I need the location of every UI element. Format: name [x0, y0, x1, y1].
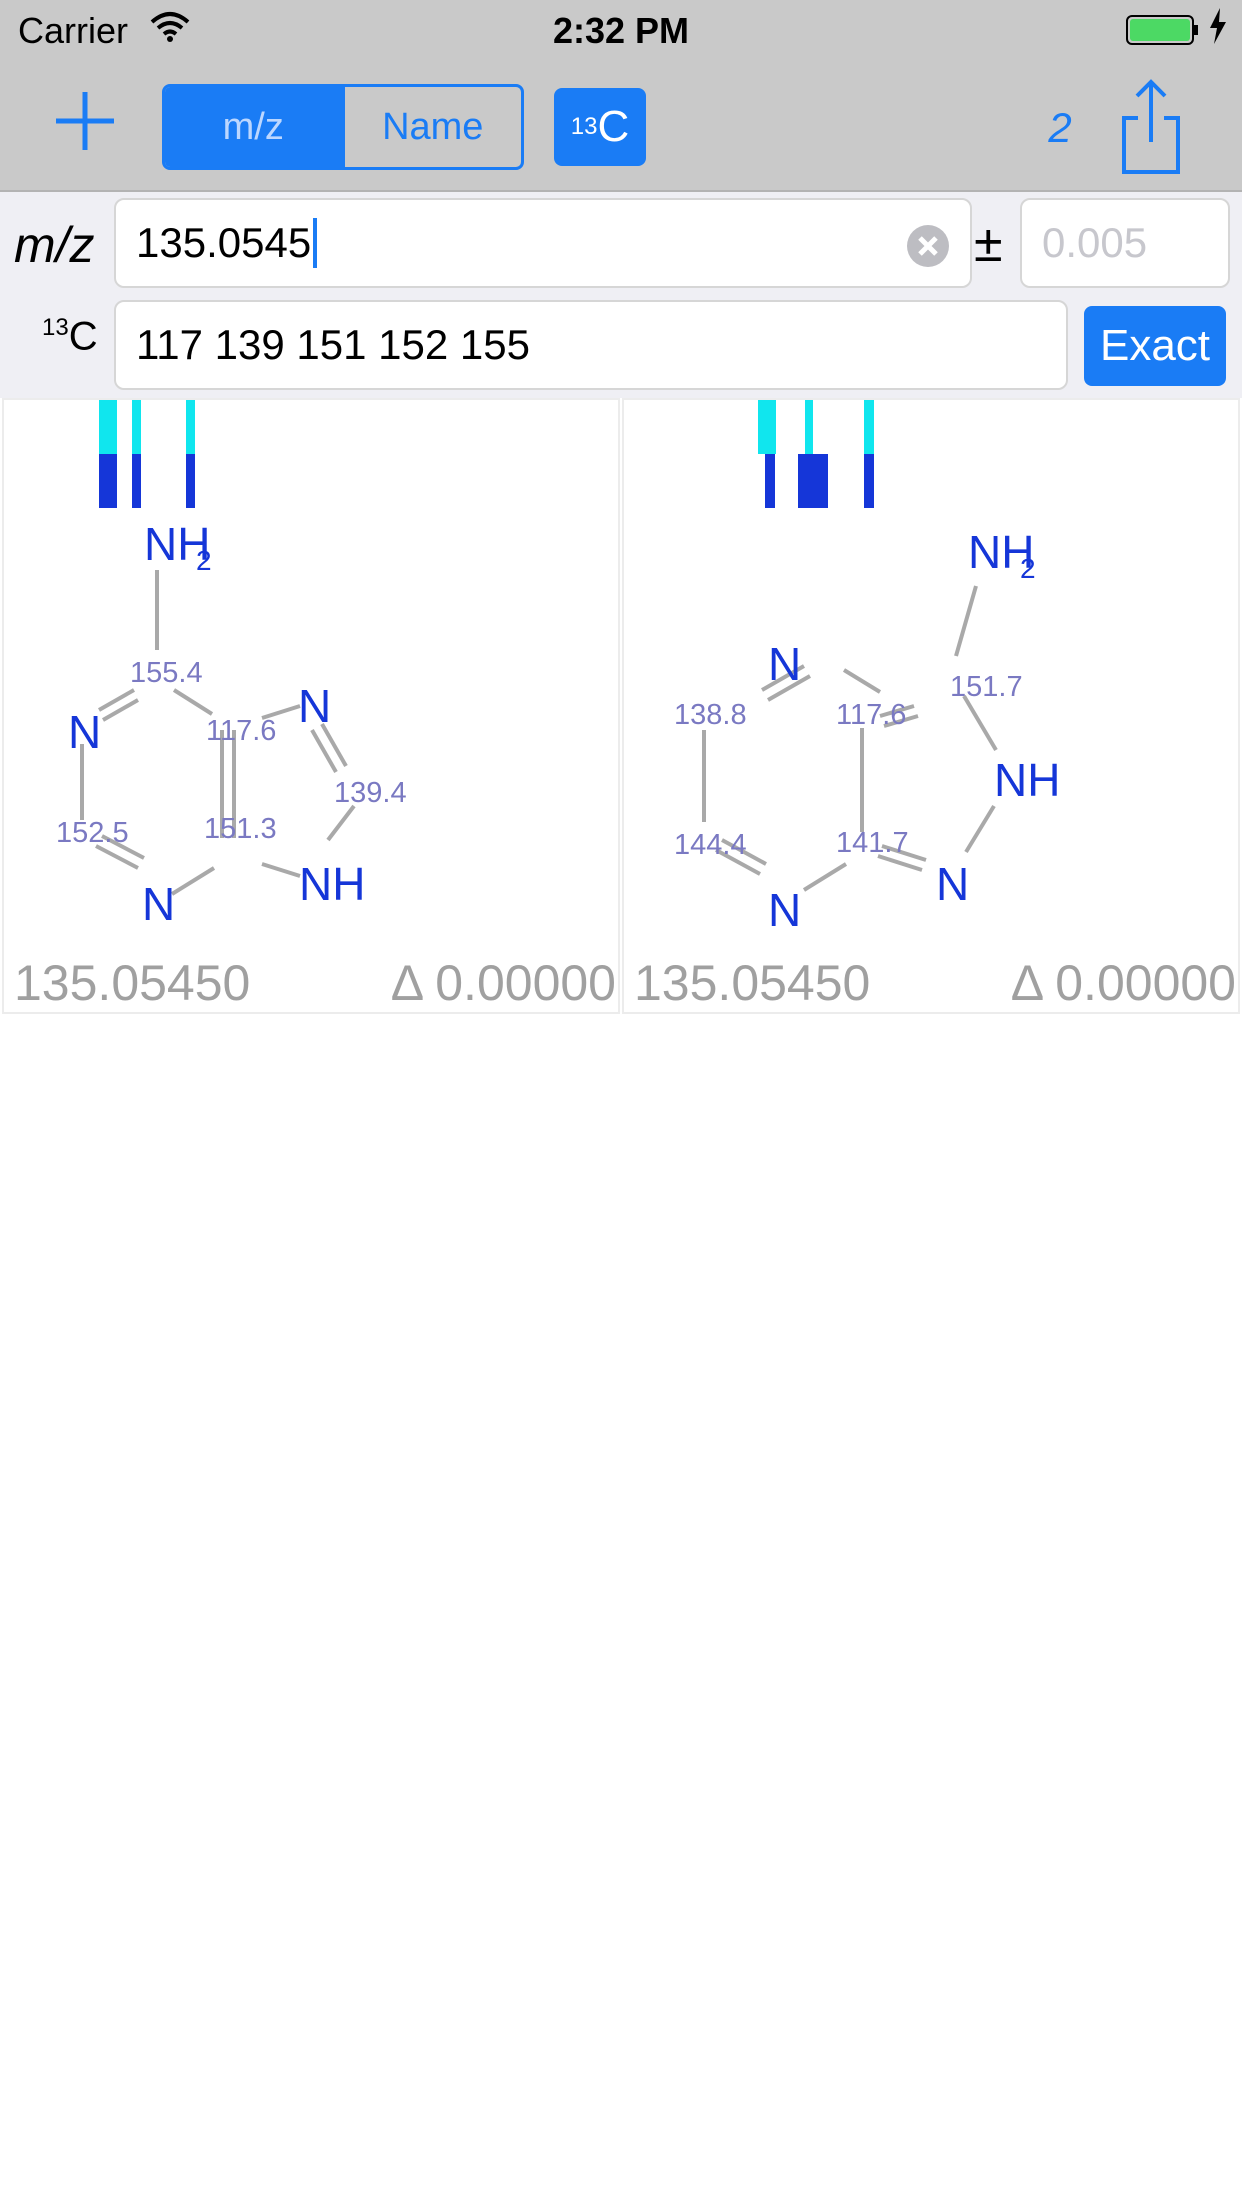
charging-icon — [1208, 6, 1228, 55]
c13-label-letter: C — [68, 314, 98, 359]
spectrum-bar — [798, 454, 828, 508]
result-delta: Δ 0.00000 — [390, 955, 616, 1011]
spectrum-bar — [758, 400, 776, 454]
plus-icon — [56, 92, 114, 150]
status-bar: Carrier 2:32 PM — [0, 0, 1242, 62]
result-card[interactable]: NH 2 N N N NH 155.4 117.6 139.4 152.5 15… — [2, 398, 620, 1014]
add-button[interactable] — [50, 86, 120, 156]
atom-label: N — [768, 638, 801, 690]
result-mass: 135.05450 — [14, 955, 251, 1011]
shift-label: 141.7 — [836, 827, 909, 859]
battery-icon — [1126, 14, 1200, 57]
atom-label: N — [142, 878, 175, 930]
c13-letter: C — [597, 102, 630, 151]
exact-button[interactable]: Exact — [1084, 306, 1226, 386]
search-mode-segmented-control: m/z Name — [162, 84, 524, 170]
atom-label: NH — [299, 858, 365, 910]
c13-label-superscript: 13 — [42, 314, 69, 341]
c13-toggle-button[interactable]: 13 C — [554, 88, 646, 166]
result-delta: Δ 0.00000 — [1010, 955, 1236, 1011]
shift-label: 152.5 — [56, 817, 129, 849]
tolerance-input[interactable]: 0.005 — [1020, 198, 1230, 288]
share-icon — [1122, 79, 1180, 174]
c13-spectrum-bars — [758, 400, 874, 508]
shift-label: 138.8 — [674, 699, 747, 731]
atom-label: N — [768, 884, 801, 936]
atom-label: N — [936, 858, 969, 910]
shift-label: 117.6 — [206, 715, 276, 747]
spectrum-bar — [132, 400, 141, 454]
mz-input[interactable]: 135.0545 — [114, 198, 972, 288]
shift-label: 139.4 — [334, 777, 407, 809]
result-mass: 135.05450 — [634, 955, 871, 1011]
text-cursor — [313, 218, 318, 268]
shift-label: 117.6 — [836, 699, 906, 731]
share-button[interactable] — [1118, 78, 1184, 181]
shift-label: 151.7 — [950, 671, 1023, 703]
carrier-label: Carrier — [18, 10, 129, 51]
c13-shifts-value: 117 139 151 152 155 — [136, 321, 530, 368]
result-card[interactable]: NH 2 N N NH N 151.7 138.8 117.6 144.4 14… — [622, 398, 1240, 1014]
atom-label: N — [68, 706, 101, 758]
shift-label: 151.3 — [204, 813, 277, 845]
atom-subscript: 2 — [196, 545, 212, 576]
shift-label: 155.4 — [130, 657, 203, 689]
wifi-icon — [150, 10, 190, 53]
spectrum-bar — [132, 454, 141, 508]
spectrum-bar — [864, 454, 874, 508]
spectrum-bar — [186, 400, 195, 454]
spectrum-bar — [99, 454, 117, 508]
c13-shifts-input[interactable]: 117 139 151 152 155 — [114, 300, 1068, 390]
toolbar: m/z Name 13 C 2 — [0, 62, 1242, 192]
c13-shifts-label: 13C — [42, 314, 98, 359]
structure-drawing: NH 2 N N N NH 155.4 117.6 139.4 152.5 15… — [56, 400, 407, 930]
spectrum-bar — [805, 400, 813, 454]
spectrum-bar — [186, 454, 195, 508]
tolerance-placeholder: 0.005 — [1042, 219, 1148, 266]
atom-label: N — [298, 680, 331, 732]
mz-input-value: 135.0545 — [136, 219, 312, 266]
spectrum-bar — [765, 454, 775, 508]
result-count: 2 — [1048, 104, 1072, 151]
atom-subscript: 2 — [1020, 553, 1036, 584]
atom-label: NH — [994, 754, 1060, 806]
spectrum-bar — [864, 400, 874, 454]
clear-icon[interactable] — [906, 224, 950, 273]
mz-label: m/z — [14, 217, 95, 273]
c13-superscript: 13 — [570, 113, 598, 140]
spectrum-bar — [99, 400, 117, 454]
structure-drawing: NH 2 N N NH N 151.7 138.8 117.6 144.4 14… — [674, 400, 1060, 936]
plus-minus-label: ± — [974, 215, 1003, 273]
shift-label: 144.4 — [674, 829, 747, 861]
c13-spectrum-bars — [99, 400, 195, 508]
segment-name[interactable]: Name — [341, 87, 522, 167]
segment-mz[interactable]: m/z — [165, 87, 342, 167]
